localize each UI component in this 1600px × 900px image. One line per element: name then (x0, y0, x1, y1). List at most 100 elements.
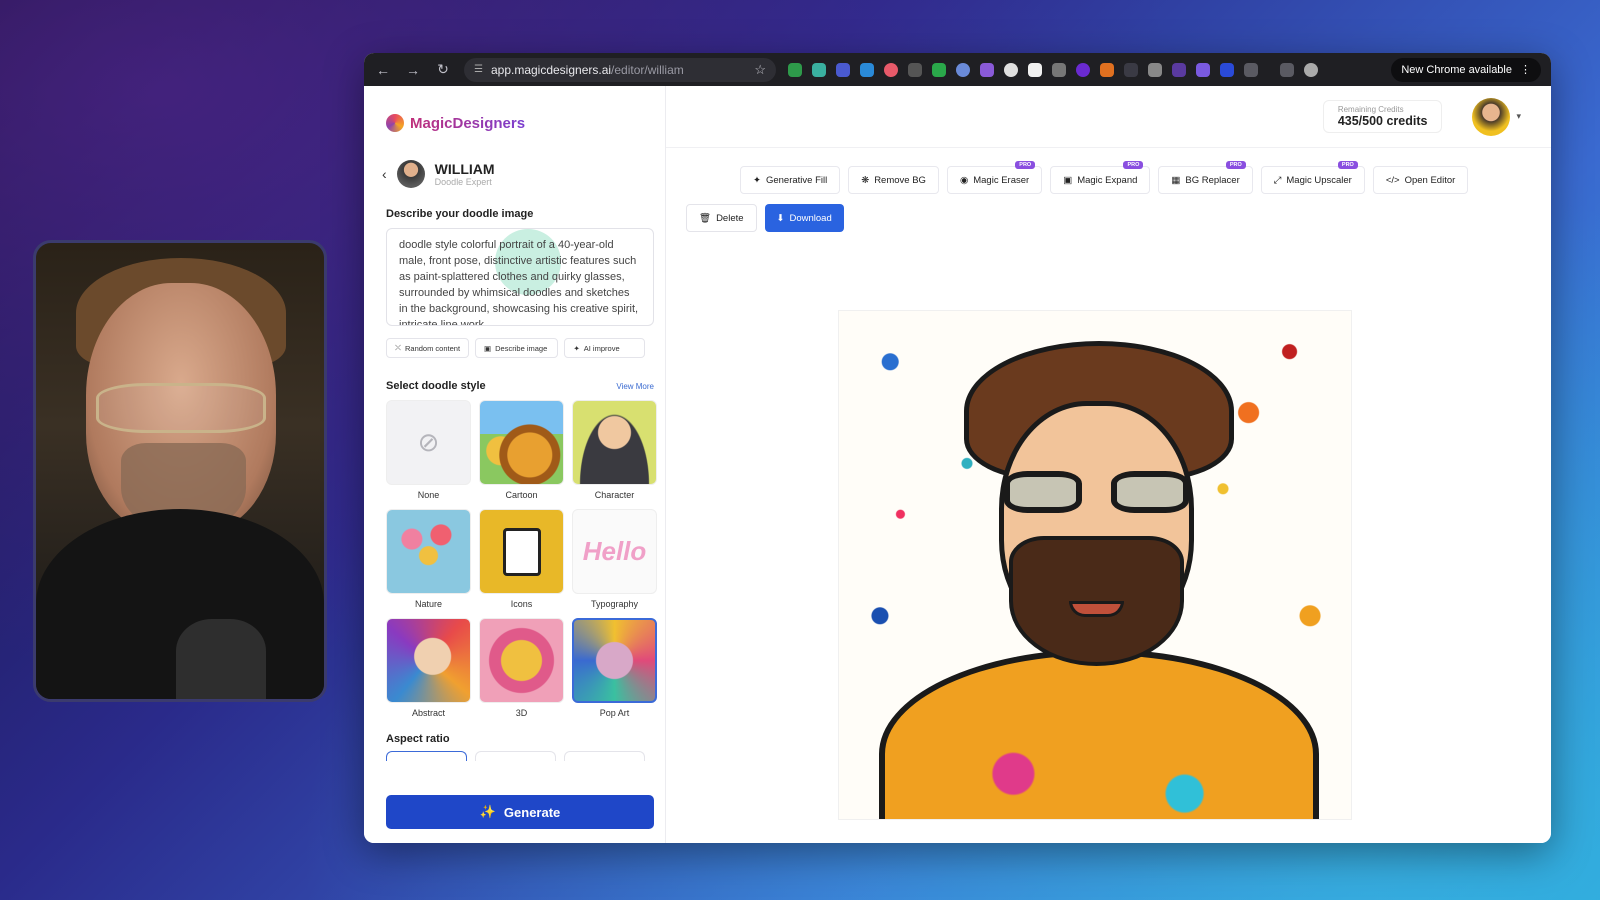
aspect-option[interactable] (386, 751, 467, 761)
aspect-option[interactable] (475, 751, 556, 761)
remove-bg-button[interactable]: ❋ Remove BG (848, 166, 939, 194)
style-option-typography[interactable]: Hello Typography (572, 509, 657, 618)
art-mouth (1069, 601, 1124, 617)
style-label: Typography (590, 599, 639, 609)
extension-icon[interactable] (1124, 62, 1138, 77)
art-shirt (879, 649, 1319, 819)
bookmark-star-icon[interactable]: ☆ (754, 62, 766, 78)
style-option-cartoon[interactable]: Cartoon (479, 400, 564, 509)
magic-expand-button[interactable]: PRO ▣ Magic Expand (1050, 161, 1151, 194)
view-more-link[interactable]: View More (616, 382, 654, 391)
style-option-pop-art[interactable]: Pop Art (572, 618, 657, 727)
aspect-option[interactable] (564, 751, 645, 761)
extension-icon[interactable] (1052, 62, 1066, 77)
puzzle-extensions-icon[interactable] (1244, 62, 1258, 77)
extension-icon[interactable] (1220, 62, 1234, 77)
extension-icon[interactable] (812, 62, 826, 77)
tool-label: Magic Upscaler (1286, 174, 1352, 186)
extension-icon[interactable] (1100, 62, 1114, 77)
style-option-3d[interactable]: 3D (479, 618, 564, 727)
style-label: 3D (515, 708, 528, 718)
kebab-menu-icon[interactable]: ⋮ (1520, 63, 1531, 76)
new-chrome-available-button[interactable]: New Chrome available ⋮ (1391, 57, 1541, 82)
download-icon[interactable] (1280, 62, 1294, 77)
extension-icon[interactable] (860, 62, 874, 77)
trash-icon: 🗑 (699, 212, 712, 224)
credits-label: Remaining Credits (1337, 105, 1404, 114)
address-bar[interactable]: ☰ app.magicdesigners.ai/editor/william ☆ (464, 57, 776, 82)
main-panel: Remaining Credits 435/500 credits ▾ ✦ Ge… (666, 86, 1551, 843)
forward-arrow-icon[interactable]: → (404, 61, 422, 79)
extension-icon[interactable] (884, 62, 898, 77)
extension-icon[interactable] (1172, 62, 1186, 77)
sidebar: MagicDesigners ‹ WILLIAM Doodle Expert D… (364, 86, 666, 843)
ai-improve-button[interactable]: ✦ AI improve (564, 338, 645, 358)
app-body: MagicDesigners ‹ WILLIAM Doodle Expert D… (364, 86, 1551, 843)
extension-icon[interactable] (908, 62, 922, 77)
generative-fill-button[interactable]: ✦ Generative Fill (740, 166, 841, 194)
remove-bg-icon: ❋ (861, 174, 870, 186)
back-arrow-icon[interactable]: ← (374, 61, 392, 79)
style-option-icons[interactable]: Icons (479, 509, 564, 618)
sparkle-icon: ✦ (573, 343, 580, 353)
style-label: None (417, 490, 440, 500)
extension-icon[interactable] (956, 62, 970, 77)
download-icon: ⬇ (776, 212, 785, 224)
style-thumb-none: ⊘ (386, 400, 471, 485)
prompt-actions: ⤬ Random content ▣ Describe image ✦ AI i… (386, 338, 645, 358)
bg-replacer-button[interactable]: PRO ▦ BG Replacer (1158, 161, 1253, 194)
generate-button[interactable]: ✨ Generate (386, 795, 654, 829)
ai-improve-label: AI improve (583, 343, 620, 353)
extension-icon[interactable] (1028, 62, 1042, 77)
delete-button[interactable]: 🗑 Delete (686, 204, 757, 232)
user-avatar[interactable] (1472, 97, 1511, 136)
tool-label: Generative Fill (765, 174, 828, 186)
prompt-textarea[interactable]: doodle style colorful portrait of a 40-y… (386, 228, 654, 326)
extension-icon[interactable] (1196, 62, 1210, 77)
generated-image[interactable] (838, 310, 1352, 820)
pro-badge: PRO (1015, 161, 1036, 169)
extension-icon[interactable] (1148, 62, 1162, 77)
extension-icon[interactable] (1076, 62, 1090, 77)
style-title: Select doodle style (386, 380, 486, 392)
random-content-button[interactable]: ⤬ Random content (386, 338, 470, 358)
random-content-label: Random content (405, 343, 461, 353)
extension-icon[interactable] (980, 62, 994, 77)
agent-avatar (396, 160, 425, 188)
url-path: /editor/william (611, 62, 684, 77)
sparkle-icon: ✨ (479, 804, 496, 819)
extension-icon[interactable] (1004, 62, 1018, 77)
magic-eraser-button[interactable]: PRO ◉ Magic Eraser (946, 161, 1043, 194)
agent-name: WILLIAM (434, 161, 495, 177)
style-option-none[interactable]: ⊘ None (386, 400, 471, 509)
style-option-abstract[interactable]: Abstract (386, 618, 471, 727)
credits-box: Remaining Credits 435/500 credits (1322, 100, 1443, 133)
open-editor-button[interactable]: </> Open Editor (1372, 166, 1469, 194)
style-label: Icons (510, 599, 533, 609)
style-option-nature[interactable]: Nature (386, 509, 471, 618)
magic-upscaler-button[interactable]: PRO ⤢ Magic Upscaler (1260, 161, 1365, 194)
chevron-down-icon[interactable]: ▾ (1516, 111, 1521, 122)
typography-sample: Hello (582, 536, 647, 566)
reload-icon[interactable]: ↻ (434, 61, 452, 79)
style-thumb-typography: Hello (572, 509, 657, 594)
chevron-left-icon[interactable]: ‹ (382, 166, 387, 182)
image-actions: 🗑 Delete ⬇ Download (686, 204, 1551, 232)
tool-bar: ✦ Generative Fill ❋ Remove BG PRO ◉ Magi… (740, 161, 1551, 194)
site-settings-icon[interactable]: ☰ (474, 64, 483, 75)
profile-icon[interactable] (1304, 62, 1318, 77)
download-button[interactable]: ⬇ Download (764, 204, 844, 232)
style-option-character[interactable]: Character (572, 400, 657, 509)
browser-window: ← → ↻ ☰ app.magicdesigners.ai/editor/wil… (364, 53, 1551, 843)
extension-icon[interactable] (932, 62, 946, 77)
brand-logo-icon (386, 114, 404, 132)
clipboard-icon (502, 527, 541, 576)
extensions-row (788, 62, 1379, 77)
extension-icon[interactable] (836, 62, 850, 77)
generate-label: Generate (503, 804, 561, 820)
describe-title: Describe your doodle image (386, 208, 534, 220)
brand-logo[interactable]: MagicDesigners (386, 114, 645, 132)
extension-icon[interactable] (788, 62, 802, 77)
style-thumb-3d (479, 618, 564, 703)
describe-image-button[interactable]: ▣ Describe image (475, 338, 559, 358)
